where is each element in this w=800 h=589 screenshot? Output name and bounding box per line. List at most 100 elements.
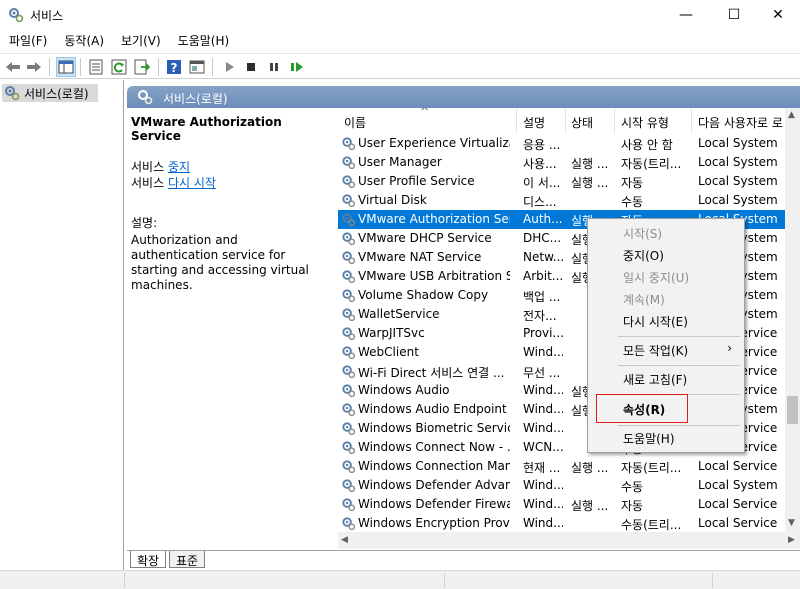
maximize-button[interactable]: ☐ (711, 0, 757, 30)
service-status-cell: 실행 ... (571, 157, 609, 171)
service-logon-cell: Local System (698, 174, 778, 188)
service-name-cell: Virtual Disk (358, 193, 427, 207)
stop-prefix: 서비스 (131, 160, 168, 174)
minimize-button[interactable]: — (663, 0, 709, 30)
service-status-cell: 실행 ... (571, 499, 609, 513)
service-gear-icon (342, 175, 356, 189)
scroll-left-icon[interactable]: ◀ (341, 535, 348, 545)
table-row[interactable]: User Profile Service 이 서... 실행 ... 자동 Local … (338, 172, 800, 191)
console-view-icon[interactable] (187, 57, 207, 77)
forward-arrow-icon[interactable] (24, 57, 44, 77)
console-tree-icon[interactable] (56, 57, 76, 77)
table-row[interactable]: Windows Encryption Provi... Wind... 수동(트리.… (338, 514, 800, 532)
service-logon-cell: Local Service (698, 459, 778, 473)
table-row[interactable]: Windows Defender Advanc... Wind... 수동 Local… (338, 476, 800, 495)
service-name-cell: Windows Encryption Provi... (358, 516, 510, 530)
service-status-cell: 실행 ... (571, 461, 609, 475)
scroll-right-icon[interactable]: ▶ (788, 535, 795, 545)
ctx-all-tasks[interactable]: 모든 작업(K) › (590, 339, 742, 361)
service-status-cell: 실행 ... (571, 176, 609, 190)
ctx-pause[interactable]: 일시 중지(U) (590, 266, 742, 288)
restart-prefix: 서비스 (131, 176, 168, 190)
ctx-resume[interactable]: 계속(M) (590, 288, 742, 310)
service-gear-icon (342, 365, 356, 379)
console-tree-pane: 서비스(로컬) (0, 80, 124, 570)
service-description-cell: 응용 ... (523, 138, 561, 152)
service-gear-icon (342, 479, 356, 493)
ctx-help[interactable]: 도움말(H) (590, 427, 742, 449)
service-gear-icon (342, 251, 356, 265)
column-header-logon-as[interactable]: 다음 사용자로 로 (698, 114, 793, 131)
service-name-cell: Windows Connect Now - ... (358, 440, 510, 454)
service-gear-icon (342, 308, 356, 322)
ctx-stop[interactable]: 중지(O) (590, 244, 742, 266)
service-logon-cell: Local System (698, 155, 778, 169)
service-gear-icon (342, 270, 356, 284)
service-detail-panel: VMware Authorization Service 서비스 중지 서비스 … (131, 114, 327, 293)
column-header-description[interactable]: 설명 (523, 114, 565, 131)
service-description-cell: Auth... (523, 212, 563, 226)
back-arrow-icon[interactable] (3, 57, 23, 77)
service-startup-cell: 수동 (621, 480, 644, 494)
horizontal-scrollbar[interactable]: ◀ ▶ (338, 532, 800, 549)
scroll-up-icon[interactable]: ▲ (788, 110, 795, 120)
tab-extended[interactable]: 확장 (130, 551, 167, 568)
service-name-cell: User Profile Service (358, 174, 475, 188)
service-startup-cell: 자동(트리... (621, 461, 682, 475)
export-list-icon[interactable] (132, 57, 152, 77)
properties-sheet-icon[interactable] (86, 57, 106, 77)
service-logon-cell: Local Service (698, 516, 778, 530)
services-window: 서비스 — ☐ ✕ 파일(F) 동작(A) 보기(V) 도움말(H) ? 서비스… (0, 0, 800, 589)
stop-service-link[interactable]: 중지 (168, 160, 190, 174)
stop-service-icon[interactable] (241, 57, 261, 77)
table-row[interactable]: Windows Defender Firewall Wind... 실행 ... 자동… (338, 495, 800, 514)
pause-service-icon[interactable] (264, 57, 284, 77)
service-name-cell: User Manager (358, 155, 442, 169)
service-gear-icon (342, 403, 356, 417)
table-row[interactable]: User Experience Virtualizati... 응용 ... 사용 … (338, 134, 800, 153)
menu-view[interactable]: 보기(V) (112, 30, 169, 52)
tree-item-services-local[interactable]: 서비스(로컬) (2, 84, 98, 102)
restart-service-icon[interactable] (287, 57, 307, 77)
description-text: Authorization and authentication service… (131, 233, 309, 292)
column-header-name[interactable]: 이름 (344, 114, 514, 131)
service-name-cell: User Experience Virtualizati... (358, 136, 510, 150)
ctx-start[interactable]: 시작(S) (590, 222, 742, 244)
service-description-cell: 전자... (523, 309, 557, 323)
properties-highlight-box (596, 394, 688, 423)
column-header-startup-type[interactable]: 시작 유형 (621, 114, 693, 131)
menu-action[interactable]: 동작(A) (55, 30, 112, 52)
column-header-status[interactable]: 상태 (571, 114, 615, 131)
tab-standard[interactable]: 표준 (169, 551, 206, 568)
service-description-cell: Provi... (523, 326, 563, 340)
context-menu: 시작(S) 중지(O) 일시 중지(U) 계속(M) 다시 시작(E) 모든 작… (587, 218, 745, 453)
service-startup-cell: 수동(트리... (621, 518, 682, 532)
restart-service-link[interactable]: 다시 시작 (168, 176, 216, 190)
menu-help[interactable]: 도움말(H) (169, 30, 238, 52)
table-row[interactable]: User Manager 사용... 실행 ... 자동(트리... Local Sys… (338, 153, 800, 172)
service-description-cell: Wind... (523, 421, 563, 435)
scroll-down-icon[interactable]: ▼ (788, 518, 795, 528)
close-button[interactable]: ✕ (755, 0, 800, 30)
help-icon[interactable]: ? (164, 57, 184, 77)
description-label: 설명: (131, 216, 158, 230)
table-row[interactable]: Windows Connection Man... 현재 ... 실행 ... 자동(… (338, 457, 800, 476)
view-tabs: 확장 표준 (127, 550, 800, 570)
refresh-icon[interactable] (109, 57, 129, 77)
table-row[interactable]: Virtual Disk 디스... 수동 Local System (338, 191, 800, 210)
service-gear-icon (342, 498, 356, 512)
vertical-scrollbar[interactable]: ▲ ▼ (785, 108, 800, 532)
service-startup-cell: 자동 (621, 176, 644, 190)
status-bar (0, 570, 800, 589)
service-gear-icon (342, 441, 356, 455)
service-startup-cell: 자동 (621, 499, 644, 513)
title-bar: 서비스 — ☐ ✕ (0, 0, 800, 30)
ctx-restart[interactable]: 다시 시작(E) (590, 310, 742, 332)
service-gear-icon (342, 156, 356, 170)
toolbar: ? (0, 53, 800, 79)
scroll-thumb[interactable] (787, 396, 798, 424)
menu-file[interactable]: 파일(F) (0, 30, 55, 52)
start-service-icon[interactable] (219, 57, 239, 77)
service-name-cell: Volume Shadow Copy (358, 288, 489, 302)
ctx-refresh[interactable]: 새로 고침(F) (590, 368, 742, 390)
